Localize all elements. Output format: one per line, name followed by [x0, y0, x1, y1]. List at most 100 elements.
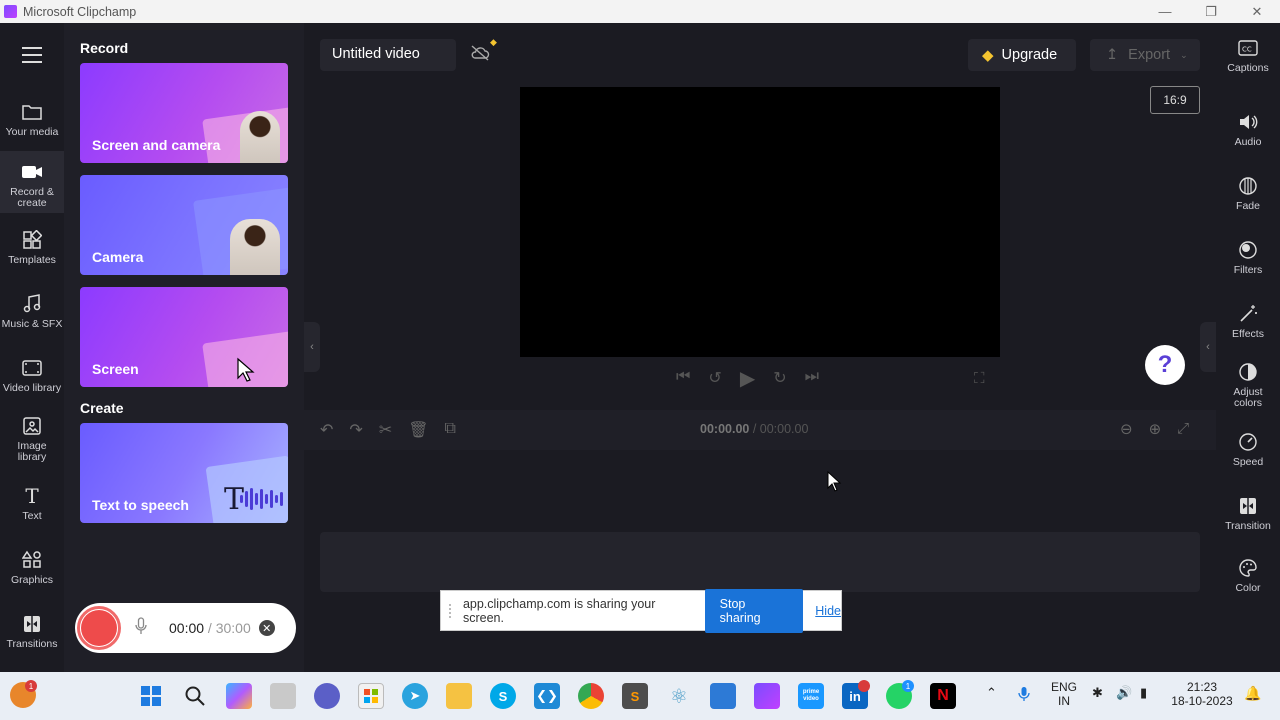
transitions-icon [21, 613, 43, 635]
nav-record-create[interactable]: Record & create [0, 151, 64, 213]
minimize-button[interactable]: — [1142, 0, 1188, 23]
timeline-timecode: 00:00.00 / 00:00.00 [700, 422, 809, 436]
palette-icon [1236, 557, 1260, 579]
teams-chat-icon[interactable] [314, 683, 340, 709]
clock-time: 21:23 [1186, 680, 1218, 694]
upgrade-button[interactable]: ◆ Upgrade [968, 39, 1076, 71]
stop-sharing-button[interactable]: Stop sharing [704, 588, 804, 633]
duplicate-icon[interactable]: ⧉ [445, 420, 456, 440]
rail-speed[interactable]: Speed [1216, 431, 1280, 468]
rail-audio[interactable]: Audio [1216, 111, 1280, 148]
close-window-button[interactable]: ✕ [1234, 0, 1280, 23]
microphone-tray-icon[interactable] [1018, 686, 1030, 705]
skype-icon[interactable]: S [490, 683, 516, 709]
volume-icon[interactable]: 🔊 [1116, 686, 1132, 700]
skip-to-start-icon[interactable]: ⏮ [676, 368, 690, 391]
screen-card[interactable]: Screen [80, 287, 288, 387]
restore-button[interactable]: ❐ [1188, 0, 1234, 23]
battery-icon[interactable]: ▮ [1140, 686, 1147, 700]
split-scissors-icon[interactable]: ✂ [379, 420, 392, 440]
hide-banner-link[interactable]: Hide [815, 604, 841, 618]
react-native-icon[interactable]: ⚛ [666, 683, 692, 709]
sublime-text-icon[interactable]: S [622, 683, 648, 709]
nav-graphics[interactable]: Graphics [0, 549, 64, 599]
presenter-photo [240, 111, 280, 163]
rail-adjust-colors[interactable]: Adjust colors [1216, 361, 1280, 409]
nav-templates[interactable]: Templates [0, 229, 64, 279]
help-button[interactable]: ? [1145, 345, 1185, 385]
file-explorer-icon[interactable] [446, 683, 472, 709]
undo-icon[interactable]: ↶ [320, 420, 333, 440]
forward-5s-icon[interactable]: ↻ [773, 368, 786, 391]
rail-color[interactable]: Color [1216, 557, 1280, 594]
aspect-ratio-button[interactable]: 16:9 [1150, 86, 1200, 114]
language-code: ENG [1050, 680, 1077, 694]
task-view-icon[interactable] [270, 683, 296, 709]
clock-date: 18-10-2023 [1171, 694, 1233, 708]
vscode-icon[interactable]: ❮❯ [534, 683, 560, 709]
fullscreen-icon[interactable]: ⛶ [974, 370, 985, 387]
wifi-icon[interactable]: ✱ [1092, 686, 1103, 700]
clock[interactable]: 21:23 18-10-2023 [1170, 680, 1234, 708]
audio-waveform-icon [240, 487, 284, 511]
hamburger-menu-icon[interactable] [22, 47, 42, 63]
rail-fade[interactable]: Fade [1216, 175, 1280, 212]
rail-filters[interactable]: Filters [1216, 239, 1280, 276]
skip-to-end-icon[interactable]: ⏭ [805, 368, 819, 391]
nav-video-library[interactable]: Video library [0, 357, 64, 407]
collapse-properties-chevron-icon[interactable]: ‹ [1200, 322, 1216, 372]
rewind-5s-icon[interactable]: ↺ [708, 368, 721, 391]
rail-label: Filters [1233, 264, 1263, 276]
nav-image-library[interactable]: Image library [0, 415, 64, 471]
rail-transition[interactable]: Transition [1216, 495, 1280, 532]
close-recorder-icon[interactable]: ✕ [258, 620, 275, 636]
drag-handle-icon[interactable] [449, 603, 453, 618]
create-section-title: Create [80, 400, 124, 416]
copilot-icon[interactable] [226, 683, 252, 709]
whatsapp-badge: 1 [902, 680, 914, 692]
show-hidden-icons-chevron-icon[interactable]: ⌃ [986, 686, 997, 700]
camera-icon [21, 161, 43, 183]
fit-timeline-icon[interactable]: ⤢ [1177, 420, 1189, 438]
timeline-track[interactable] [320, 532, 1200, 592]
chrome-icon[interactable] [578, 683, 604, 709]
video-title-input[interactable]: Untitled video [320, 39, 456, 71]
nav-transitions[interactable]: Transitions [0, 613, 64, 663]
notifications-bell-icon[interactable]: 🔔 [1244, 686, 1261, 700]
adjust-colors-icon [1236, 361, 1260, 383]
nav-text[interactable]: T Text [0, 485, 64, 535]
cloud-sync-off-icon[interactable] [470, 44, 492, 66]
redo-icon[interactable]: ↷ [349, 420, 362, 440]
netflix-icon[interactable]: N [930, 683, 956, 709]
clipchamp-taskbar-icon[interactable] [754, 683, 780, 709]
text-to-speech-card[interactable]: T Text to speech [80, 423, 288, 523]
rail-label: Audio [1234, 136, 1262, 148]
microsoft-store-icon[interactable] [358, 683, 384, 709]
microphone-icon[interactable] [135, 617, 155, 639]
nav-music-sfx[interactable]: Music & SFX [0, 293, 64, 343]
screen-and-camera-card[interactable]: Screen and camera [80, 63, 288, 163]
zoom-out-icon[interactable]: ⊖ [1120, 420, 1133, 438]
windows-start-icon[interactable] [138, 683, 164, 709]
rail-captions[interactable]: CC Captions [1216, 37, 1280, 74]
zoom-in-icon[interactable]: ⊕ [1149, 420, 1162, 438]
search-icon[interactable] [182, 683, 208, 709]
rail-effects[interactable]: Effects [1216, 303, 1280, 340]
upgrade-label: Upgrade [1001, 47, 1058, 63]
notepad-icon[interactable] [710, 683, 736, 709]
record-button[interactable] [77, 606, 121, 650]
graphics-icon [21, 549, 43, 571]
export-button[interactable]: ↥ Export ⌄ [1090, 39, 1200, 71]
collapse-panel-chevron-icon[interactable]: ‹ [304, 322, 320, 372]
language-indicator[interactable]: ENG IN [1050, 680, 1078, 708]
nav-label: Templates [8, 254, 56, 266]
nav-label: Your media [5, 126, 59, 138]
timeline-zoom-controls: ⊖ ⊕ ⤢ [1120, 420, 1189, 438]
prime-video-icon[interactable]: prime video [798, 683, 824, 709]
nav-label: Transitions [6, 638, 58, 650]
telegram-icon[interactable]: ➤ [402, 683, 428, 709]
play-icon[interactable]: ▶ [740, 366, 755, 391]
camera-card[interactable]: Camera [80, 175, 288, 275]
rail-label: Transition [1225, 520, 1271, 532]
delete-trash-icon[interactable]: 🗑 [408, 420, 428, 440]
